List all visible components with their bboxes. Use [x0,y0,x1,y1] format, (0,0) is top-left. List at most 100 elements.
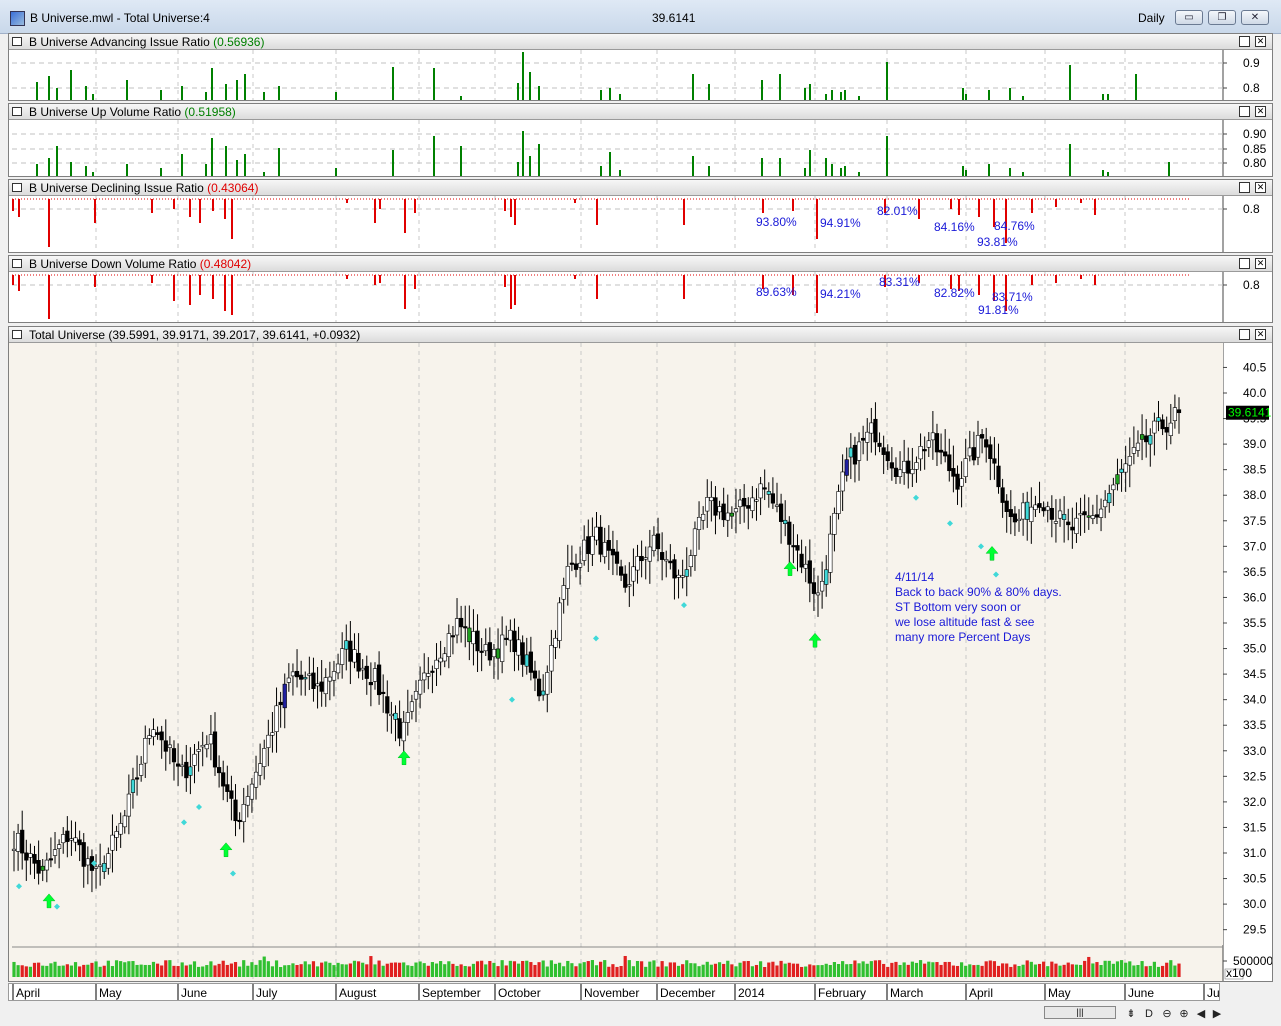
volume-bar [369,956,373,977]
last-price-label: 39.6141 [1228,406,1272,420]
volume-bar [410,965,414,977]
month-label: May [1048,986,1071,1000]
pane-close-icon[interactable]: ✕ [1255,329,1266,340]
period-label[interactable]: Daily [1138,11,1165,25]
volume-bar [73,962,78,977]
volume-bar [147,964,151,977]
pane-declining-issue-ratio: B Universe Declining Issue Ratio (0.4306… [8,179,1273,253]
volume-bar [299,964,303,977]
candle-body [1086,515,1091,518]
candle-body [1135,442,1141,451]
pane-close-icon[interactable]: ✕ [1255,106,1266,117]
pane-restore-icon[interactable] [1239,106,1250,117]
volume-bar [110,966,115,977]
volume-bar [685,960,689,977]
volume-bar [205,965,209,977]
pane-icon [12,183,22,192]
volume-bar [775,965,779,977]
volume-bar [1062,964,1066,977]
pane-close-icon[interactable]: ✕ [1255,36,1266,47]
candle-body [479,650,484,653]
percent-annotation: 84.16% [934,220,975,234]
volume-bar [664,966,668,977]
volume-bar [496,966,500,977]
candle-body [253,771,259,788]
candle-body [167,744,172,748]
volume-bar [119,961,123,977]
volume-bar [365,964,369,977]
last-price-readout: 39.6141 [652,11,696,25]
axis-tick-label: 39.0 [1243,437,1267,451]
candle-body [389,713,394,717]
scroll-left-icon[interactable]: ◀ [1194,1007,1208,1021]
candle-body [647,546,652,562]
minimize-icon[interactable]: ▭ [1175,10,1203,25]
volume-bar [451,963,455,977]
candle-body [737,499,743,508]
candle-body [610,548,616,556]
volume-bar [1029,961,1033,977]
volume-bar [90,962,94,977]
candle-body [930,432,935,441]
close-icon[interactable]: ✕ [1241,10,1269,25]
volume-bar [549,960,553,977]
candle-body [352,649,357,663]
pane-restore-icon[interactable] [1239,258,1250,269]
candle-body [729,512,734,517]
candle-body [274,705,279,732]
declining-ratio-plot: 0.8 93.80% 94.91% 82.01% 84.16% 84.76% 93.81% [12,196,1272,252]
volume-bar [86,964,90,977]
axis-tick-label: 36.0 [1243,590,1267,604]
candle-body [536,678,542,697]
candle-body [405,712,410,723]
volume-bar [562,966,566,977]
volume-bar [229,963,234,977]
volume-bar [906,964,910,977]
draw-icon[interactable]: D [1142,1007,1156,1021]
volume-bar [730,964,734,977]
candle-body [184,761,189,779]
candle-body [36,860,41,874]
volume-bar [266,961,270,977]
pane-restore-icon[interactable] [1239,182,1250,193]
candle-body [376,664,382,696]
candle-body [902,460,907,473]
candle-body [766,491,771,495]
volume-bar [672,962,677,977]
candle-body [840,471,845,492]
candle-body [344,640,349,650]
candle-body [897,469,903,477]
candle-body [660,552,665,560]
price-chart[interactable]: 29.5 30.0 30.5 31.0 31.5 32.0 32.5 33.0 33.5 34.0… [9,343,1272,981]
volume-bar [898,964,902,977]
zoom-in-icon[interactable]: ⊕ [1177,1007,1191,1021]
pane-close-icon[interactable]: ✕ [1255,258,1266,269]
volume-bar [984,961,988,977]
volume-bar [1136,964,1140,977]
restore-icon[interactable]: ❐ [1208,10,1236,25]
volume-bar [701,964,705,977]
volume-bar [320,962,324,977]
scroll-end-icon[interactable]: ⇟ [1124,1007,1138,1021]
percent-annotation: 89.63% [756,285,797,299]
pane-header: B Universe Down Volume Ratio (0.48042) ✕ [9,256,1272,272]
candle-body [906,460,911,474]
chart-note-line: 4/11/14 [895,570,934,584]
pane-restore-icon[interactable] [1239,329,1250,340]
pane-restore-icon[interactable] [1239,36,1250,47]
candle-body [828,533,833,573]
volume-bar [557,962,562,977]
volume-bar [648,961,652,977]
candle-body [1144,435,1149,443]
pane-close-icon[interactable]: ✕ [1255,182,1266,193]
percent-annotation: 91.81% [978,303,1019,317]
candle-body [926,440,931,448]
scroll-right-icon[interactable]: ▶ [1210,1007,1224,1021]
volume-bar [283,965,287,977]
axis-tick-label: 0.8 [1243,81,1260,95]
candle-body [393,712,398,720]
zoom-out-icon[interactable]: ⊖ [1160,1007,1174,1021]
volume-bar [447,961,451,977]
horizontal-scrollbar[interactable]: ||| [1044,1006,1116,1019]
month-label: February [818,986,866,1000]
